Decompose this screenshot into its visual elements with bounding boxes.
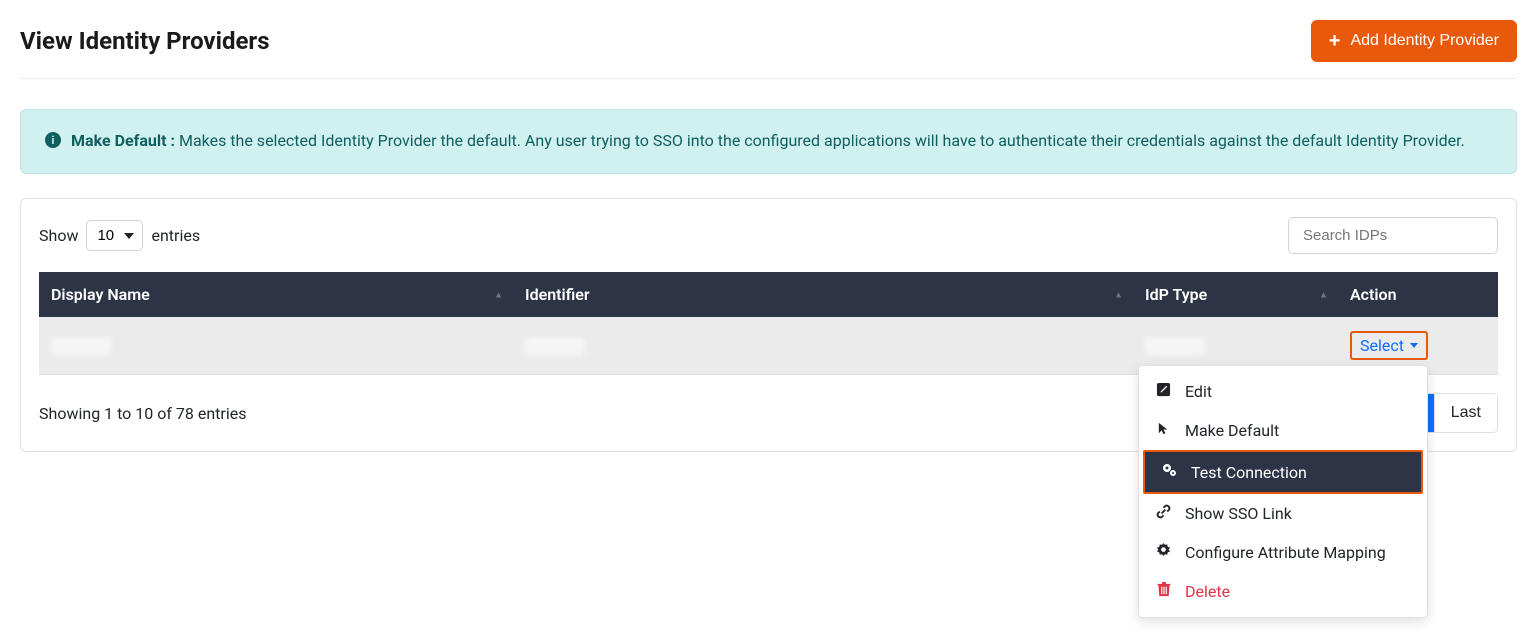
info-text: Makes the selected Identity Provider the… bbox=[179, 131, 1465, 150]
show-label: Show bbox=[39, 226, 78, 245]
dropdown-edit-label: Edit bbox=[1185, 382, 1212, 401]
search-input[interactable] bbox=[1288, 217, 1498, 254]
info-alert: i Make Default : Makes the selected Iden… bbox=[20, 109, 1517, 174]
info-text-wrap: Make Default : Makes the selected Identi… bbox=[71, 128, 1465, 155]
table-row: Select Edit bbox=[39, 317, 1498, 375]
select-label: Select bbox=[1360, 336, 1404, 355]
page-title: View Identity Providers bbox=[20, 27, 270, 55]
dropdown-make-default-label: Make Default bbox=[1185, 421, 1279, 440]
trash-icon bbox=[1155, 582, 1173, 601]
table-header-row: Display Name Identifier IdP Type Action bbox=[39, 272, 1498, 317]
dropdown-test-connection-label: Test Connection bbox=[1191, 463, 1307, 482]
col-action: Action bbox=[1338, 272, 1498, 317]
cursor-icon bbox=[1155, 421, 1173, 440]
page-size-select[interactable]: 10 bbox=[86, 220, 143, 251]
action-select-button[interactable]: Select bbox=[1360, 336, 1418, 355]
info-icon: i bbox=[45, 131, 61, 155]
showing-text: Showing 1 to 10 of 78 entries bbox=[39, 404, 246, 423]
edit-icon bbox=[1155, 382, 1173, 401]
dropdown-configure-label: Configure Attribute Mapping bbox=[1185, 543, 1386, 562]
idp-table: Display Name Identifier IdP Type Action … bbox=[39, 272, 1498, 375]
gears-icon bbox=[1161, 462, 1179, 482]
dropdown-edit[interactable]: Edit bbox=[1139, 372, 1427, 411]
add-button-label: Add Identity Provider bbox=[1350, 32, 1499, 50]
col-display-name[interactable]: Display Name bbox=[39, 272, 513, 317]
action-select-wrap: Select Edit bbox=[1350, 331, 1428, 360]
page-header: View Identity Providers + Add Identity P… bbox=[20, 20, 1517, 79]
caret-down-icon bbox=[1410, 343, 1418, 348]
col-identifier[interactable]: Identifier bbox=[513, 272, 1133, 317]
dropdown-configure-attribute[interactable]: Configure Attribute Mapping bbox=[1139, 533, 1427, 572]
show-entries: Show 10 entries bbox=[39, 220, 200, 251]
cell-action: Select Edit bbox=[1338, 317, 1498, 375]
idp-table-card: Show 10 entries Display Name Identifier … bbox=[20, 198, 1517, 452]
dropdown-show-sso-label: Show SSO Link bbox=[1185, 504, 1292, 523]
link-icon bbox=[1155, 504, 1173, 523]
table-controls: Show 10 entries bbox=[39, 217, 1498, 254]
dropdown-test-connection[interactable]: Test Connection bbox=[1143, 450, 1423, 494]
add-identity-provider-button[interactable]: + Add Identity Provider bbox=[1311, 20, 1517, 62]
entries-label: entries bbox=[151, 226, 200, 245]
page-last-button[interactable]: Last bbox=[1435, 394, 1497, 432]
info-label: Make Default : bbox=[71, 131, 175, 150]
gear-icon bbox=[1155, 543, 1173, 562]
dropdown-make-default[interactable]: Make Default bbox=[1139, 411, 1427, 450]
col-idp-type[interactable]: IdP Type bbox=[1133, 272, 1338, 317]
plus-icon: + bbox=[1329, 31, 1341, 51]
cell-display-name bbox=[39, 317, 513, 375]
dropdown-delete[interactable]: Delete bbox=[1139, 572, 1427, 611]
action-dropdown: Edit Make Default bbox=[1138, 365, 1428, 618]
cell-identifier bbox=[513, 317, 1133, 375]
svg-text:i: i bbox=[52, 134, 55, 147]
dropdown-show-sso[interactable]: Show SSO Link bbox=[1139, 494, 1427, 533]
dropdown-delete-label: Delete bbox=[1185, 582, 1230, 601]
